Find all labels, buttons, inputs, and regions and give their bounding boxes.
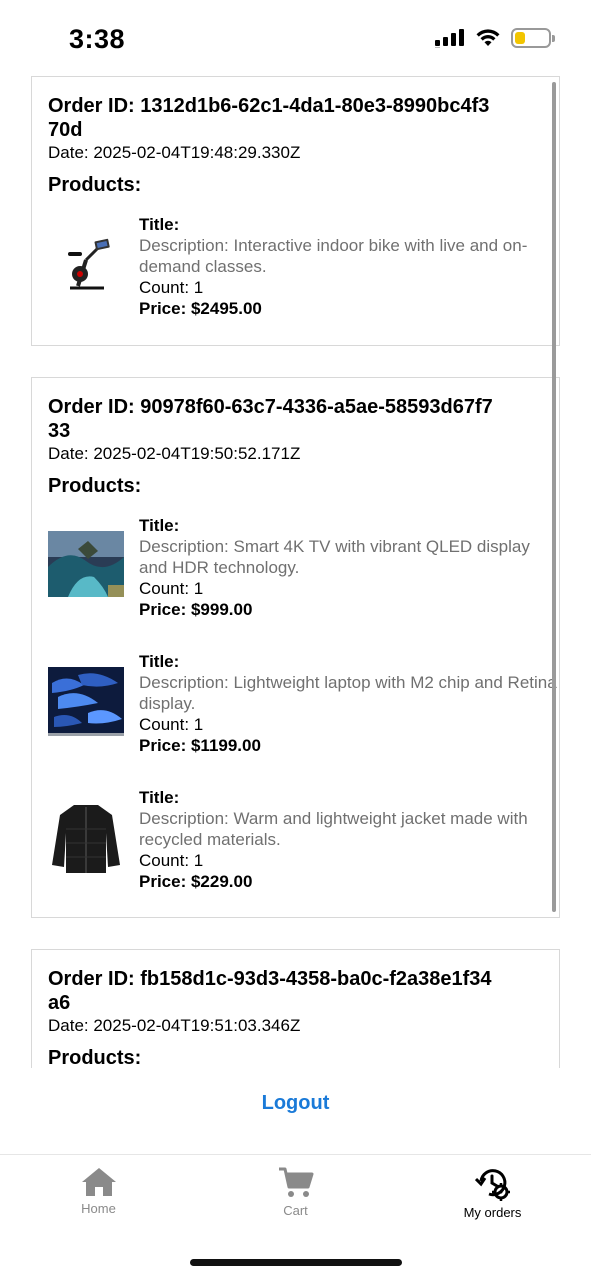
tab-my-orders[interactable]: My orders xyxy=(394,1155,591,1234)
status-icons xyxy=(435,28,555,48)
jacket-image xyxy=(48,799,124,875)
exercise-bike-image xyxy=(48,226,124,302)
tv-image xyxy=(48,531,124,597)
product-price: Price: $1199.00 xyxy=(139,736,261,755)
order-date: Date: 2025-02-04T19:48:29.330Z xyxy=(48,143,301,162)
orders-history-icon xyxy=(474,1169,510,1201)
logout-button[interactable]: Logout xyxy=(0,1092,591,1115)
cart-icon xyxy=(278,1167,313,1197)
order-id: Order ID: 1312d1b6-62c1-4da1-80e3-8990bc… xyxy=(48,95,490,141)
tab-label: My orders xyxy=(463,1205,522,1220)
home-icon xyxy=(81,1168,116,1196)
product-title: Title: xyxy=(139,788,180,807)
battery-icon xyxy=(511,28,555,48)
bottom-tab-bar: Home Cart My orders xyxy=(0,1154,591,1234)
status-bar: 3:38 xyxy=(0,0,591,76)
product-price: Price: $999.00 xyxy=(139,600,253,619)
product-description: Description: Smart 4K TV with vibrant QL… xyxy=(139,537,530,577)
laptop-image xyxy=(48,667,124,736)
product-title: Title: xyxy=(139,652,180,671)
cellular-signal-icon xyxy=(435,29,464,48)
product-count: Count: 1 xyxy=(139,579,204,598)
product-count: Count: 1 xyxy=(139,715,204,734)
products-heading: Products: xyxy=(48,475,142,497)
product-description: Description: Warm and lightweight jacket… xyxy=(139,809,528,849)
product-count: Count: 1 xyxy=(139,278,204,297)
order-card: Order ID: 90978f60-63c7-4336-a5ae-58593d… xyxy=(31,377,560,918)
product-price: Price: $2495.00 xyxy=(139,299,262,318)
product-item: Title: Description: Interactive indoor b… xyxy=(48,214,543,334)
order-date: Date: 2025-02-04T19:50:52.171Z xyxy=(48,444,301,463)
product-description: Description: Lightweight laptop with M2 … xyxy=(139,673,557,713)
product-count: Count: 1 xyxy=(139,851,204,870)
orders-list[interactable]: Order ID: 1312d1b6-62c1-4da1-80e3-8990bc… xyxy=(0,76,591,1068)
product-item: Title: Description: Warm and lightweight… xyxy=(48,787,543,907)
home-indicator[interactable] xyxy=(190,1259,402,1266)
scrollbar[interactable] xyxy=(552,82,556,912)
products-heading: Products: xyxy=(48,1047,142,1068)
wifi-icon xyxy=(476,29,500,46)
order-id: Order ID: 90978f60-63c7-4336-a5ae-58593d… xyxy=(48,396,493,442)
order-card: Order ID: 1312d1b6-62c1-4da1-80e3-8990bc… xyxy=(31,76,560,346)
order-date: Date: 2025-02-04T19:51:03.346Z xyxy=(48,1016,301,1035)
tab-home[interactable]: Home xyxy=(0,1155,197,1234)
product-item: Title: Description: Lightweight laptop w… xyxy=(48,651,557,771)
order-card: Order ID: fb158d1c-93d3-4358-ba0c-f2a38e… xyxy=(31,949,560,1068)
product-price: Price: $229.00 xyxy=(139,872,253,891)
product-title: Title: xyxy=(139,516,180,535)
products-heading: Products: xyxy=(48,174,142,196)
status-time: 3:38 xyxy=(69,24,126,54)
order-id: Order ID: fb158d1c-93d3-4358-ba0c-f2a38e… xyxy=(48,968,492,1014)
product-description: Description: Interactive indoor bike wit… xyxy=(139,236,528,276)
tab-label: Home xyxy=(81,1201,116,1216)
tab-cart[interactable]: Cart xyxy=(197,1155,394,1234)
product-item: Title: Description: Smart 4K TV with vib… xyxy=(48,515,543,635)
tab-label: Cart xyxy=(283,1203,308,1218)
product-title: Title: xyxy=(139,215,180,234)
